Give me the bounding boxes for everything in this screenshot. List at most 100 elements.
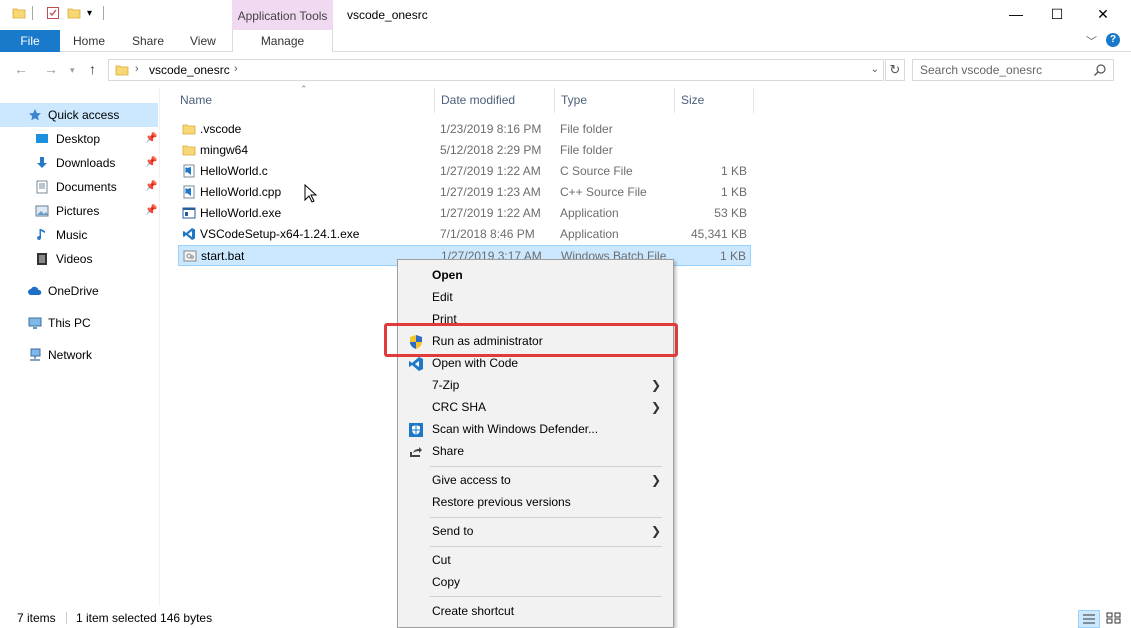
new-folder-icon[interactable] (67, 6, 81, 20)
file-row[interactable]: mingw64 5/12/2018 2:29 PM File folder (178, 140, 751, 161)
file-row[interactable]: VSCodeSetup-x64-1.24.1.exe 7/1/2018 8:46… (178, 224, 751, 245)
tab-file[interactable]: File (0, 30, 60, 52)
file-type: File folder (560, 122, 613, 136)
large-icons-view-button[interactable] (1104, 610, 1124, 628)
chevron-down-icon[interactable]: ⌄ (871, 64, 879, 75)
toolbar-separator (32, 6, 33, 20)
file-date: 1/27/2019 1:23 AM (440, 185, 541, 199)
maximize-button[interactable]: ☐ (1034, 0, 1080, 30)
column-header-name[interactable]: Name (180, 88, 212, 113)
title-bar: ▾ Application Tools vscode_onesrc — ☐ ✕ (0, 0, 1131, 30)
sort-ascending-icon: ⌃ (300, 84, 308, 94)
forward-arrow-icon[interactable]: → (44, 61, 58, 77)
file-date: 1/27/2019 1:22 AM (440, 164, 541, 178)
file-row[interactable]: .vscode 1/23/2019 8:16 PM File folder (178, 119, 751, 140)
menu-separator (430, 596, 662, 597)
documents-icon (36, 180, 48, 194)
menu-item-edit[interactable]: Edit (400, 286, 671, 308)
pin-icon[interactable]: 📌 (145, 151, 157, 175)
menu-item-label: 7-Zip (432, 378, 460, 392)
vscode-icon (409, 357, 423, 371)
menu-item-create-shortcut[interactable]: Create shortcut (400, 600, 671, 622)
item-count: 7 items (17, 611, 56, 625)
sidebar-item-label: Pictures (56, 204, 100, 218)
file-row[interactable]: HelloWorld.cpp 1/27/2019 1:23 AM C++ Sou… (178, 182, 751, 203)
column-divider[interactable] (434, 88, 435, 113)
sidebar-item-label: Downloads (56, 156, 116, 170)
sidebar-item-pictures[interactable]: Pictures 📌 (0, 199, 158, 223)
folder-icon[interactable] (12, 6, 26, 20)
ribbon-tabs: File Home Share View Manage ﹀ ? (0, 30, 1131, 52)
file-date: 5/12/2018 2:29 PM (440, 143, 542, 157)
sidebar-item-music[interactable]: Music (0, 223, 158, 247)
pin-icon[interactable]: 📌 (145, 127, 157, 151)
sidebar-item-onedrive[interactable]: OneDrive (0, 279, 158, 303)
menu-item-7-zip[interactable]: 7-Zip ❯ (400, 374, 671, 396)
menu-item-restore-versions[interactable]: Restore previous versions (400, 491, 671, 513)
details-view-button[interactable] (1078, 610, 1100, 628)
menu-item-crc-sha[interactable]: CRC SHA ❯ (400, 396, 671, 418)
sidebar-item-label: Documents (56, 180, 117, 194)
menu-item-copy[interactable]: Copy (400, 571, 671, 593)
sidebar-item-videos[interactable]: Videos (0, 247, 158, 271)
refresh-button[interactable]: ↻ (885, 59, 905, 81)
search-box[interactable] (912, 59, 1114, 81)
file-name: HelloWorld.c (200, 164, 268, 178)
menu-item-open[interactable]: Open (400, 264, 671, 286)
sidebar-item-documents[interactable]: Documents 📌 (0, 175, 158, 199)
menu-item-give-access[interactable]: Give access to ❯ (400, 469, 671, 491)
column-header-date[interactable]: Date modified (441, 88, 515, 113)
file-date: 7/1/2018 8:46 PM (440, 227, 535, 241)
column-header-size[interactable]: Size (681, 88, 704, 113)
sidebar-item-desktop[interactable]: Desktop 📌 (0, 127, 158, 151)
address-bar[interactable]: › vscode_onesrc › ⌄ (108, 59, 884, 81)
breadcrumb[interactable]: vscode_onesrc (149, 63, 230, 77)
help-icon[interactable]: ? (1106, 33, 1120, 47)
back-arrow-icon[interactable]: ← (14, 61, 28, 77)
file-type: Application (560, 227, 619, 241)
pin-icon[interactable]: 📌 (145, 175, 157, 199)
column-divider[interactable] (674, 88, 675, 113)
column-divider[interactable] (753, 88, 754, 113)
menu-item-label: Share (432, 444, 465, 458)
tab-share[interactable]: Share (132, 30, 164, 52)
menu-item-send-to[interactable]: Send to ❯ (400, 520, 671, 542)
menu-item-scan-defender[interactable]: Scan with Windows Defender... (400, 418, 671, 440)
sidebar-item-network[interactable]: Network (0, 343, 158, 367)
application-tools-tab[interactable]: Application Tools (232, 0, 333, 30)
close-button[interactable]: ✕ (1080, 0, 1126, 30)
column-divider[interactable] (554, 88, 555, 113)
tab-manage[interactable]: Manage (232, 30, 333, 52)
recent-locations-icon[interactable]: ▾ (70, 65, 75, 76)
sidebar-item-this-pc[interactable]: This PC (0, 311, 158, 335)
toolbar-separator (103, 6, 104, 20)
defender-icon (409, 423, 423, 437)
menu-item-share[interactable]: Share (400, 440, 671, 462)
menu-item-label: CRC SHA (432, 400, 487, 414)
computer-icon (28, 317, 42, 329)
chevron-right-icon[interactable]: › (135, 63, 139, 75)
column-header-type[interactable]: Type (561, 88, 587, 113)
pin-icon[interactable]: 📌 (145, 199, 157, 223)
tab-home[interactable]: Home (73, 30, 105, 52)
chevron-down-icon[interactable]: ﹀ (1086, 33, 1097, 49)
search-icon (1094, 64, 1106, 76)
cloud-icon (28, 286, 42, 295)
sidebar-item-downloads[interactable]: Downloads 📌 (0, 151, 158, 175)
file-row[interactable]: HelloWorld.c 1/27/2019 1:22 AM C Source … (178, 161, 751, 182)
batch-file-icon (183, 250, 197, 262)
chevron-right-icon[interactable]: › (234, 63, 238, 75)
chevron-right-icon: ❯ (650, 400, 661, 414)
properties-icon[interactable] (46, 6, 60, 20)
file-type: C++ Source File (560, 185, 647, 199)
up-arrow-icon[interactable]: ↑ (89, 61, 96, 77)
menu-item-cut[interactable]: Cut (400, 549, 671, 571)
sidebar-item-quick-access[interactable]: Quick access (0, 103, 158, 127)
search-input[interactable] (913, 60, 1093, 80)
customize-toolbar-icon[interactable]: ▾ (87, 8, 92, 19)
file-row[interactable]: HelloWorld.exe 1/27/2019 1:22 AM Applica… (178, 203, 751, 224)
file-size: 1 KB (720, 164, 747, 178)
refresh-icon: ↻ (889, 62, 901, 77)
minimize-button[interactable]: — (993, 0, 1039, 30)
tab-view[interactable]: View (190, 30, 216, 52)
